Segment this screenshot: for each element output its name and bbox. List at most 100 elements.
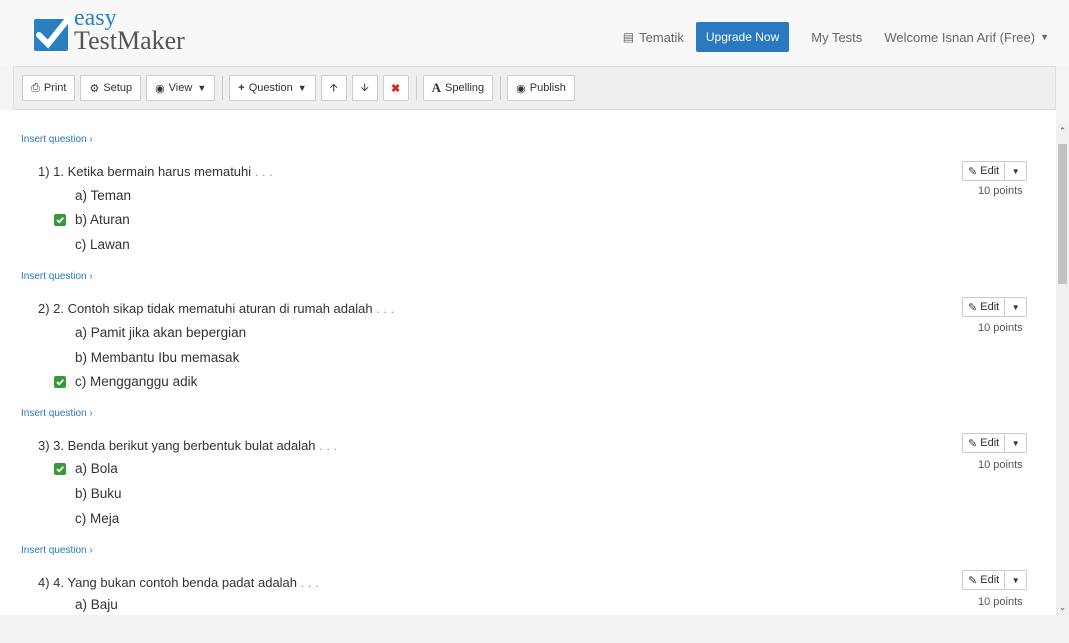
toolbar-divider [222, 76, 224, 100]
question-text[interactable]: 2) 2. Contoh sikap tidak mematuhi aturan… [38, 301, 394, 316]
question-1-dots: . . . [254, 164, 273, 179]
scrollbar[interactable]: ⌃ ⌄ [1056, 124, 1069, 616]
toolbar: ⎙ Print ⚙ Setup ◉ View ▼ + Question ▼ 🡩 … [13, 66, 1056, 110]
insert-label: Insert question [21, 408, 87, 419]
tematik-link[interactable]: ▤ Tematik [623, 30, 684, 45]
arrow-down-icon: 🡫 [360, 81, 369, 94]
question-3-dots: . . . [319, 438, 338, 453]
points-label: 10 points [978, 322, 1023, 334]
edit-button[interactable]: ✎ Edit [962, 433, 1006, 453]
edit-label: Edit [980, 301, 1000, 313]
option-1a[interactable]: a) Teman [75, 188, 131, 203]
edit-dropdown-button[interactable]: ▼ [1005, 433, 1028, 453]
insert-label: Insert question [21, 545, 87, 556]
pencil-icon: ✎ [968, 165, 978, 178]
option-3c[interactable]: c) Meja [75, 511, 119, 526]
option-2c[interactable]: c) Mengganggu adik [75, 374, 197, 389]
logo-check-icon [34, 16, 71, 51]
upgrade-now-button[interactable]: Upgrade Now [695, 22, 790, 52]
insert-label: Insert question [21, 134, 87, 145]
question-1-text: 1) 1. Ketika bermain harus mematuhi [38, 164, 252, 179]
question-button[interactable]: + Question ▼ [229, 75, 316, 101]
chevron-down-icon: ▼ [297, 83, 307, 93]
edit-button[interactable]: ✎ Edit [962, 161, 1006, 181]
spelling-button[interactable]: A Spelling [422, 75, 494, 101]
edit-group-1: ✎ Edit ▼ [962, 161, 1028, 181]
question-text[interactable]: 3) 3. Benda berikut yang berbentuk bulat… [38, 438, 337, 453]
printer-icon: ⎙ [31, 81, 40, 94]
edit-label: Edit [980, 165, 1000, 177]
correct-check-icon [54, 463, 66, 475]
welcome-label: Welcome Isnan Arif (Free) [884, 29, 1036, 45]
eye-icon: ◉ [155, 82, 165, 95]
question-2-text: 2) 2. Contoh sikap tidak mematuhi aturan… [38, 301, 373, 316]
insert-question-link[interactable]: Insert question › [21, 545, 93, 556]
print-label: Print [43, 82, 67, 94]
bottom-bar [0, 615, 1069, 643]
question-text[interactable]: 1) 1. Ketika bermain harus mematuhi . . … [38, 164, 273, 179]
edit-group-4: ✎ Edit ▼ [962, 570, 1028, 590]
publish-button[interactable]: ◉ Publish [507, 75, 575, 101]
scroll-up-icon[interactable]: ⌃ [1056, 126, 1069, 138]
option-3b[interactable]: b) Buku [75, 486, 122, 501]
list-icon: ▤ [622, 30, 635, 44]
chevron-down-icon: ▼ [1040, 32, 1049, 42]
option-2a[interactable]: a) Pamit jika akan bepergian [75, 325, 246, 340]
edit-dropdown-button[interactable]: ▼ [1005, 570, 1028, 590]
publish-label: Publish [529, 82, 566, 94]
scrollbar-thumb[interactable] [1058, 144, 1067, 284]
chevron-down-icon: ▼ [1011, 302, 1020, 312]
correct-check-icon [54, 214, 66, 226]
insert-question-link[interactable]: Insert question › [21, 271, 93, 282]
user-menu[interactable]: Welcome Isnan Arif (Free) ▼ [884, 30, 1049, 45]
chevron-right-icon: › [89, 408, 93, 419]
spelling-icon: A [431, 80, 442, 95]
close-icon: ✖ [391, 82, 401, 95]
spelling-label: Spelling [445, 82, 485, 94]
option-3a[interactable]: a) Bola [75, 461, 118, 476]
globe-icon: ◉ [516, 82, 526, 95]
chevron-right-icon: › [89, 545, 93, 556]
option-1c[interactable]: c) Lawan [75, 237, 130, 252]
points-label: 10 points [978, 596, 1023, 608]
option-2b[interactable]: b) Membantu Ibu memasak [75, 350, 239, 365]
top-navbar: easy TestMaker ▤ Tematik Upgrade Now My … [0, 0, 1069, 66]
move-down-button[interactable]: 🡫 [351, 75, 378, 101]
edit-button[interactable]: ✎ Edit [962, 297, 1006, 317]
scroll-down-icon[interactable]: ⌄ [1056, 602, 1069, 614]
logo-testmaker: TestMaker [74, 26, 185, 55]
print-button[interactable]: ⎙ Print [22, 75, 76, 101]
setup-label: Setup [103, 82, 133, 94]
insert-question-link[interactable]: Insert question › [21, 408, 93, 419]
setup-button[interactable]: ⚙ Setup [80, 75, 142, 101]
nav-right: ▤ Tematik Upgrade Now My Tests Welcome I… [601, 22, 1049, 52]
view-button[interactable]: ◉ View ▼ [146, 75, 216, 101]
edit-label: Edit [980, 437, 1000, 449]
option-1b[interactable]: b) Aturan [75, 212, 130, 227]
correct-check-icon [54, 376, 66, 388]
logo[interactable]: easy TestMaker [34, 6, 185, 58]
question-text[interactable]: 4) 4. Yang bukan contoh benda padat adal… [38, 575, 319, 590]
edit-button[interactable]: ✎ Edit [962, 570, 1006, 590]
edit-dropdown-button[interactable]: ▼ [1005, 297, 1028, 317]
gear-icon: ⚙ [89, 82, 100, 95]
question-3-text: 3) 3. Benda berikut yang berbentuk bulat… [38, 438, 316, 453]
plus-icon: + [238, 82, 245, 94]
edit-dropdown-button[interactable]: ▼ [1005, 161, 1028, 181]
chevron-down-icon: ▼ [197, 83, 207, 93]
edit-group-3: ✎ Edit ▼ [962, 433, 1028, 453]
question-4-dots: . . . [300, 575, 319, 590]
pencil-icon: ✎ [968, 574, 978, 587]
view-label: View [168, 82, 193, 94]
option-4a[interactable]: a) Baju [75, 597, 118, 612]
points-label: 10 points [978, 459, 1023, 471]
my-tests-link[interactable]: My Tests [811, 30, 862, 45]
question-4-text: 4) 4. Yang bukan contoh benda padat adal… [38, 575, 298, 590]
move-up-button[interactable]: 🡩 [320, 75, 347, 101]
arrow-up-icon: 🡩 [329, 81, 338, 94]
question-2-dots: . . . [376, 301, 395, 316]
toolbar-divider [415, 76, 417, 100]
insert-label: Insert question [21, 271, 87, 282]
insert-question-link[interactable]: Insert question › [21, 134, 93, 145]
delete-button[interactable]: ✖ [382, 75, 409, 101]
